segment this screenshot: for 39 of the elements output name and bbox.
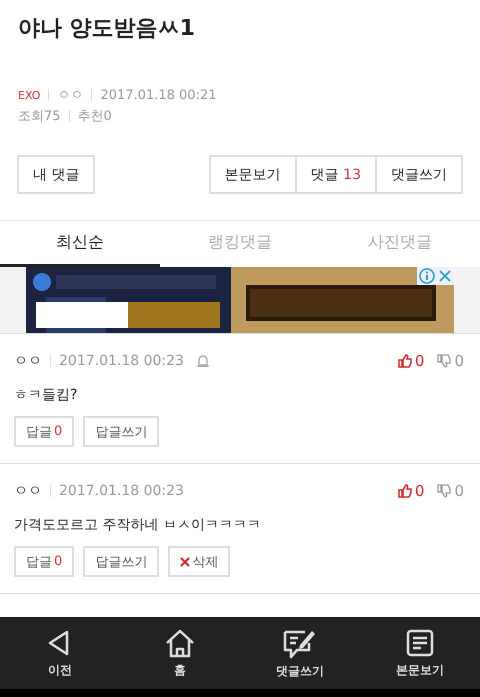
dislike-count: 0	[454, 482, 464, 500]
nav-button[interactable]: 본문보기	[360, 617, 480, 689]
cross-icon	[180, 556, 190, 566]
delete-button[interactable]: 삭제	[168, 546, 230, 577]
dislike-count: 0	[454, 352, 464, 370]
info-icon[interactable]	[419, 268, 435, 284]
nav-button[interactable]: 댓글쓰기	[240, 617, 360, 689]
replies-button[interactable]: 답글 0	[14, 546, 74, 577]
post-title: 야나 양도받음ㅆ1	[18, 15, 196, 43]
nav-button[interactable]: 홈	[120, 617, 240, 689]
like-count: 0	[414, 482, 424, 500]
comments-button[interactable]: 댓글 13	[296, 155, 377, 194]
comment-date: 2017.01.18 00:23	[59, 353, 184, 369]
siren-icon[interactable]	[196, 354, 210, 368]
thumbs-down-icon[interactable]	[437, 484, 452, 498]
board-name[interactable]: EXO	[18, 88, 40, 102]
comment-text: 가격도모르고 주작하네 ㅂㅅ이ㅋㅋㅋㅋ	[14, 516, 262, 534]
nav-button[interactable]: 이전	[0, 617, 120, 689]
author-name: ㅇㅇ	[57, 87, 84, 104]
author-name: ㅇㅇ	[14, 352, 42, 370]
home-icon	[164, 628, 196, 658]
write-reply-button[interactable]: 답글쓰기	[83, 416, 160, 447]
view-post-button[interactable]: 본문보기	[208, 155, 297, 194]
comment-text: ㅎㅋ들킴?	[14, 386, 78, 404]
like-count: 추천0	[78, 108, 112, 125]
my-comments-button[interactable]: 내 댓글	[17, 155, 96, 194]
write-comment-button[interactable]: 댓글쓰기	[377, 155, 463, 194]
document-icon	[405, 628, 435, 658]
author-name: ㅇㅇ	[14, 482, 42, 500]
thumbs-down-icon[interactable]	[437, 354, 452, 368]
like-count: 0	[414, 352, 424, 370]
thumbs-up-icon[interactable]	[398, 354, 412, 368]
comment-date: 2017.01.18 00:23	[59, 483, 184, 499]
write-reply-button[interactable]: 답글쓰기	[83, 546, 160, 577]
post-date: 2017.01.18 00:21	[100, 88, 216, 102]
thumbs-up-icon[interactable]	[398, 484, 412, 498]
close-icon[interactable]	[438, 269, 452, 283]
replies-button[interactable]: 답글 0	[14, 416, 74, 447]
view-count: 조회75	[18, 108, 61, 125]
